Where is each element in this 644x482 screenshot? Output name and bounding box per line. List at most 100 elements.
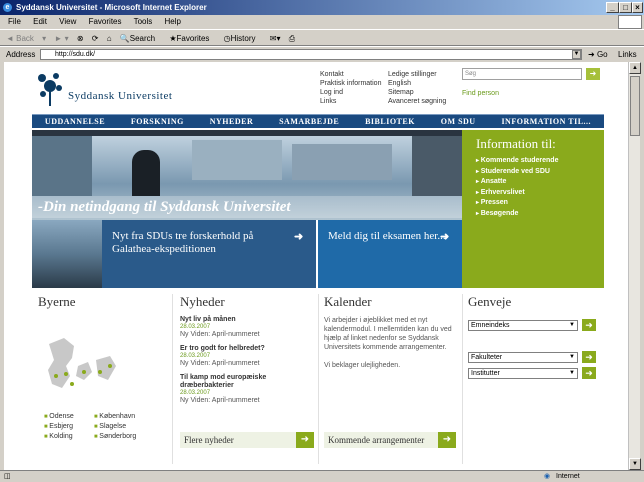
refresh-icon[interactable]: ⟳ [92,34,99,43]
scroll-thumb[interactable] [630,76,640,136]
hero-slogan: -Din netindgang til Syddansk Universitet [38,199,291,215]
link-english[interactable]: English [388,79,446,88]
hero-banner: -Din netindgang til Syddansk Universitet [32,130,462,220]
person-silhouette [132,150,160,196]
emneindeks-go-button[interactable]: ➜ [582,319,596,331]
info-item[interactable]: Ansatte [476,177,604,188]
news-source: Ny Viden: April-nummeret [180,331,260,338]
link-avanceret[interactable]: Avanceret søgning [388,97,446,106]
favorites-button[interactable]: ★Favorites [169,34,215,43]
nav-samarbejde[interactable]: SAMARBEJDE [279,117,339,126]
denmark-map-icon [48,338,116,388]
scroll-down-icon[interactable]: ▼ [629,458,641,470]
fakulteter-go-button[interactable]: ➜ [582,351,596,363]
institutter-go-button[interactable]: ➜ [582,367,596,379]
links-button[interactable]: Links [618,47,637,62]
city-link[interactable]: Slagelse [94,422,144,432]
promo-galathea[interactable]: Nyt fra SDUs tre forskerhold på Galathea… [32,220,316,288]
nyheder-title: Nyheder [180,294,225,309]
menu-tools[interactable]: Tools [134,17,153,26]
history-button[interactable]: ◷History [224,34,262,43]
address-input[interactable]: http://sdu.dk/ [40,49,582,60]
sdu-page: Syddansk Universitet Kontakt Praktisk in… [32,62,604,470]
link-praktisk[interactable]: Praktisk information [320,79,381,88]
window-title: Syddansk Universitet - Microsoft Interne… [16,3,207,12]
nav-forskning[interactable]: FORSKNING [131,117,184,126]
city-link[interactable]: Odense [44,412,94,422]
address-bar: Address http://sdu.dk/ ▼ ➜ Go Links [0,46,644,61]
nyheder-section: Nyheder Nyt liv på månen 28.03.2007 Ny V… [180,294,314,470]
maximize-button[interactable]: □ [619,2,632,13]
globe-icon: ◉ [544,473,551,480]
address-dropdown[interactable]: ▼ [572,50,581,59]
arrow-right-icon: ➜ [438,432,456,448]
site-search-input[interactable]: Søg [462,68,582,80]
top-links-b: Ledige stillinger English Sitemap Avance… [388,70,446,106]
divider [462,294,463,464]
vertical-scrollbar[interactable]: ▲ ▼ [628,62,641,470]
link-ledige[interactable]: Ledige stillinger [388,70,446,79]
city-link[interactable]: København [94,412,144,422]
stop-icon[interactable]: ⊗ [77,34,84,43]
nav-om-sdu[interactable]: OM SDU [441,117,476,126]
go-button[interactable]: ➜ Go [588,47,608,62]
find-person-link[interactable]: Find person [462,90,499,97]
news-title[interactable]: Nyt liv på månen [180,316,314,324]
link-sitemap[interactable]: Sitemap [388,88,446,97]
print-icon[interactable]: ⎙ [289,34,295,43]
page-icon: ◫ [4,473,11,480]
kalender-text: Vi arbejder i øjeblikket med et nyt kale… [324,317,452,351]
mail-icon[interactable]: ✉▾ [270,34,281,43]
search-arrow-button[interactable]: ➜ [586,68,600,80]
menu-edit[interactable]: Edit [33,17,47,26]
divider [318,294,319,464]
nav-information[interactable]: INFORMATION TIL... [501,117,591,126]
menu-favorites[interactable]: Favorites [89,17,122,26]
news-source: Ny Viden: April-nummeret [180,360,260,367]
more-news-label: Flere nyheder [184,435,234,445]
nav-nyheder[interactable]: NYHEDER [210,117,254,126]
link-links[interactable]: Links [320,97,381,106]
menu-help[interactable]: Help [165,17,181,26]
menu-file[interactable]: File [8,17,21,26]
window-titlebar: e Syddansk Universitet - Microsoft Inter… [0,0,644,15]
nav-bibliotek[interactable]: BIBLIOTEK [365,117,415,126]
address-label: Address [6,50,36,59]
windows-logo-icon [618,15,642,29]
promo-eksamen[interactable]: Meld dig til eksamen her... ➜ [318,220,462,288]
city-link[interactable]: Kolding [44,432,94,442]
logo-text: Syddansk Universitet [68,90,173,102]
search-button[interactable]: 🔍Search [120,34,161,43]
news-title[interactable]: Er tro godt for helbredet? [180,345,314,353]
more-news-button[interactable]: Flere nyheder ➜ [180,432,314,448]
city-link[interactable]: Sønderborg [94,432,144,442]
promo-eksamen-text: Meld dig til eksamen her... [328,230,446,242]
institutter-select[interactable]: Institutter ▼ [468,368,578,379]
emneindeks-select[interactable]: Emneindeks ▼ [468,320,578,331]
city-link[interactable]: Esbjerg [44,422,94,432]
minimize-button[interactable]: _ [606,2,619,13]
news-title[interactable]: Til kamp mod europæiske dræberbakterier [180,374,314,390]
link-logind[interactable]: Log ind [320,88,381,97]
info-item[interactable]: Pressen [476,198,604,209]
info-item[interactable]: Besøgende [476,209,604,220]
menu-view[interactable]: View [59,17,76,26]
upcoming-events-label: Kommende arrangementer [328,435,425,445]
upcoming-events-button[interactable]: Kommende arrangementer ➜ [324,432,456,448]
link-kontakt[interactable]: Kontakt [320,70,381,79]
main-nav: UDDANNELSE FORSKNING NYHEDER SAMARBEJDE … [32,114,604,128]
chevron-down-icon: ▼ [569,322,575,328]
nav-uddannelse[interactable]: UDDANNELSE [45,117,105,126]
home-icon[interactable]: ⌂ [107,34,112,43]
back-button[interactable]: ◄ Back ▾ [6,34,46,43]
news-date: 28.03.2007 [180,324,211,330]
info-item[interactable]: Erhvervslivet [476,188,604,199]
info-item[interactable]: Studerende ved SDU [476,167,604,178]
scroll-up-icon[interactable]: ▲ [629,62,641,74]
forward-button[interactable]: ► ▾ [54,34,68,43]
news-date: 28.03.2007 [180,390,211,396]
fakulteter-select[interactable]: Fakulteter ▼ [468,352,578,363]
close-button[interactable]: × [632,2,643,13]
info-item[interactable]: Kommende studerende [476,156,604,167]
arrow-right-icon: ➜ [296,432,314,448]
